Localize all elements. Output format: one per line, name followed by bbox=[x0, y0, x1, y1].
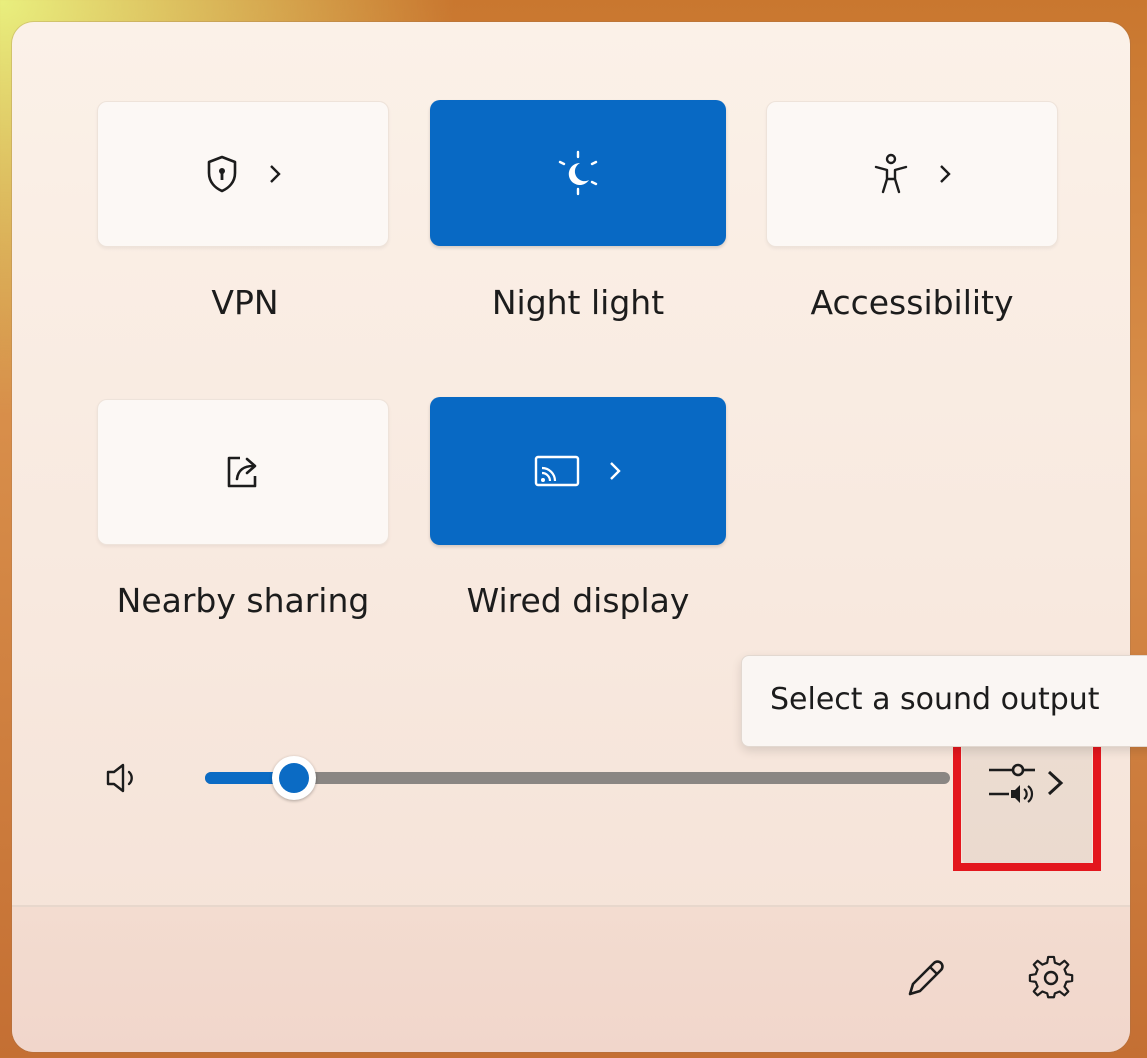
tile-wired-display[interactable] bbox=[430, 397, 726, 545]
pencil-icon bbox=[904, 956, 948, 1004]
tile-nearby-sharing[interactable] bbox=[97, 399, 389, 545]
tile-vpn[interactable] bbox=[97, 101, 389, 247]
tile-label: Night light bbox=[491, 283, 665, 322]
speaker-icon[interactable] bbox=[104, 760, 140, 800]
tile-label: Accessibility bbox=[810, 283, 1014, 322]
tile-night-light[interactable] bbox=[430, 100, 726, 246]
night-light-icon bbox=[555, 150, 601, 196]
shield-icon bbox=[204, 154, 240, 194]
settings-button[interactable] bbox=[1023, 952, 1079, 1008]
accessibility-icon bbox=[872, 153, 910, 195]
chevron-right-icon[interactable] bbox=[608, 460, 622, 482]
gear-icon bbox=[1028, 955, 1074, 1005]
tile-label: VPN bbox=[211, 283, 279, 322]
share-icon bbox=[223, 452, 263, 492]
tile-accessibility[interactable] bbox=[766, 101, 1058, 247]
sound-output-tooltip: Select a sound output bbox=[741, 655, 1147, 747]
tile-label: Wired display bbox=[466, 581, 690, 620]
footer-bar bbox=[12, 907, 1130, 1052]
volume-slider[interactable] bbox=[205, 756, 950, 800]
tile-label: Nearby sharing bbox=[116, 581, 370, 620]
chevron-right-icon[interactable] bbox=[938, 163, 952, 185]
edit-button[interactable] bbox=[898, 952, 954, 1008]
cast-icon bbox=[534, 455, 580, 487]
chevron-right-icon[interactable] bbox=[268, 163, 282, 185]
